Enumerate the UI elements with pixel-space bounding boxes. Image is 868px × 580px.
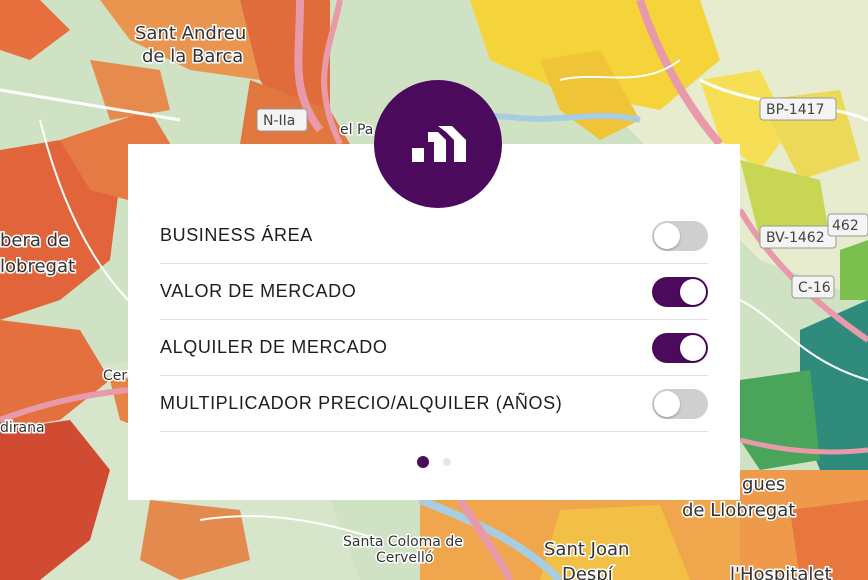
toggle-label: BUSINESS ÁREA xyxy=(160,225,313,245)
toggle-row-multiplicador: MULTIPLICADOR PRECIO/ALQUILER (AÑOS) xyxy=(160,376,708,432)
page-dot-1[interactable] xyxy=(417,456,429,468)
road-shield: 462 xyxy=(827,213,868,237)
toggle-label: ALQUILER DE MERCADO xyxy=(160,337,388,357)
brand-logo-icon xyxy=(412,126,466,162)
road-shield: BP-1417 xyxy=(759,97,837,121)
map-place-label: Sant Joan xyxy=(544,539,629,560)
road-shield-label: C-16 xyxy=(798,280,831,296)
toggle-label: MULTIPLICADOR PRECIO/ALQUILER (AÑOS) xyxy=(160,393,563,413)
map-place-label: l'Hospitalet xyxy=(730,564,832,580)
map-place-label: Cer xyxy=(103,368,127,384)
map-place-label: el Pa xyxy=(340,122,373,138)
map-place-label: Despí xyxy=(562,564,614,580)
map-place-label: de Llobregat xyxy=(682,500,795,521)
road-shield-label: N-IIa xyxy=(263,113,295,129)
toggle-knob xyxy=(680,334,706,361)
map-place-label: Cervelló xyxy=(376,550,433,566)
toggle-knob xyxy=(654,390,680,417)
road-shield-label: BP-1417 xyxy=(766,102,824,118)
toggle-row-alquiler-mercado: ALQUILER DE MERCADO xyxy=(160,320,708,376)
pagination-dots xyxy=(128,456,740,468)
road-shield: BV-1462 xyxy=(759,225,837,249)
map-place-label: bera de xyxy=(0,230,69,251)
business-area-toggle[interactable] xyxy=(652,220,708,251)
map-place-label: lobregat xyxy=(0,256,75,277)
toggle-label: VALOR DE MERCADO xyxy=(160,281,357,301)
map-place-label: Santa Coloma de xyxy=(343,534,463,550)
map-place-label: Sant Andreu xyxy=(135,23,246,44)
toggle-knob xyxy=(654,222,680,249)
road-shield-label: BV-1462 xyxy=(766,230,825,246)
brand-logo xyxy=(374,80,502,208)
alquiler-mercado-toggle[interactable] xyxy=(652,332,708,363)
road-shield: N-IIa xyxy=(256,108,308,132)
toggle-knob xyxy=(680,278,706,305)
toggle-row-business-area: BUSINESS ÁREA xyxy=(160,208,708,264)
valor-mercado-toggle[interactable] xyxy=(652,276,708,307)
map-place-label: de la Barca xyxy=(142,46,243,67)
road-shield: C-16 xyxy=(791,275,835,299)
map-place-label: dirana xyxy=(0,420,45,436)
multiplicador-toggle[interactable] xyxy=(652,388,708,419)
toggle-row-valor-mercado: VALOR DE MERCADO xyxy=(160,264,708,320)
road-shield-label: 462 xyxy=(832,218,859,234)
page-dot-2[interactable] xyxy=(443,458,451,466)
map-place-label: gues xyxy=(742,474,785,495)
